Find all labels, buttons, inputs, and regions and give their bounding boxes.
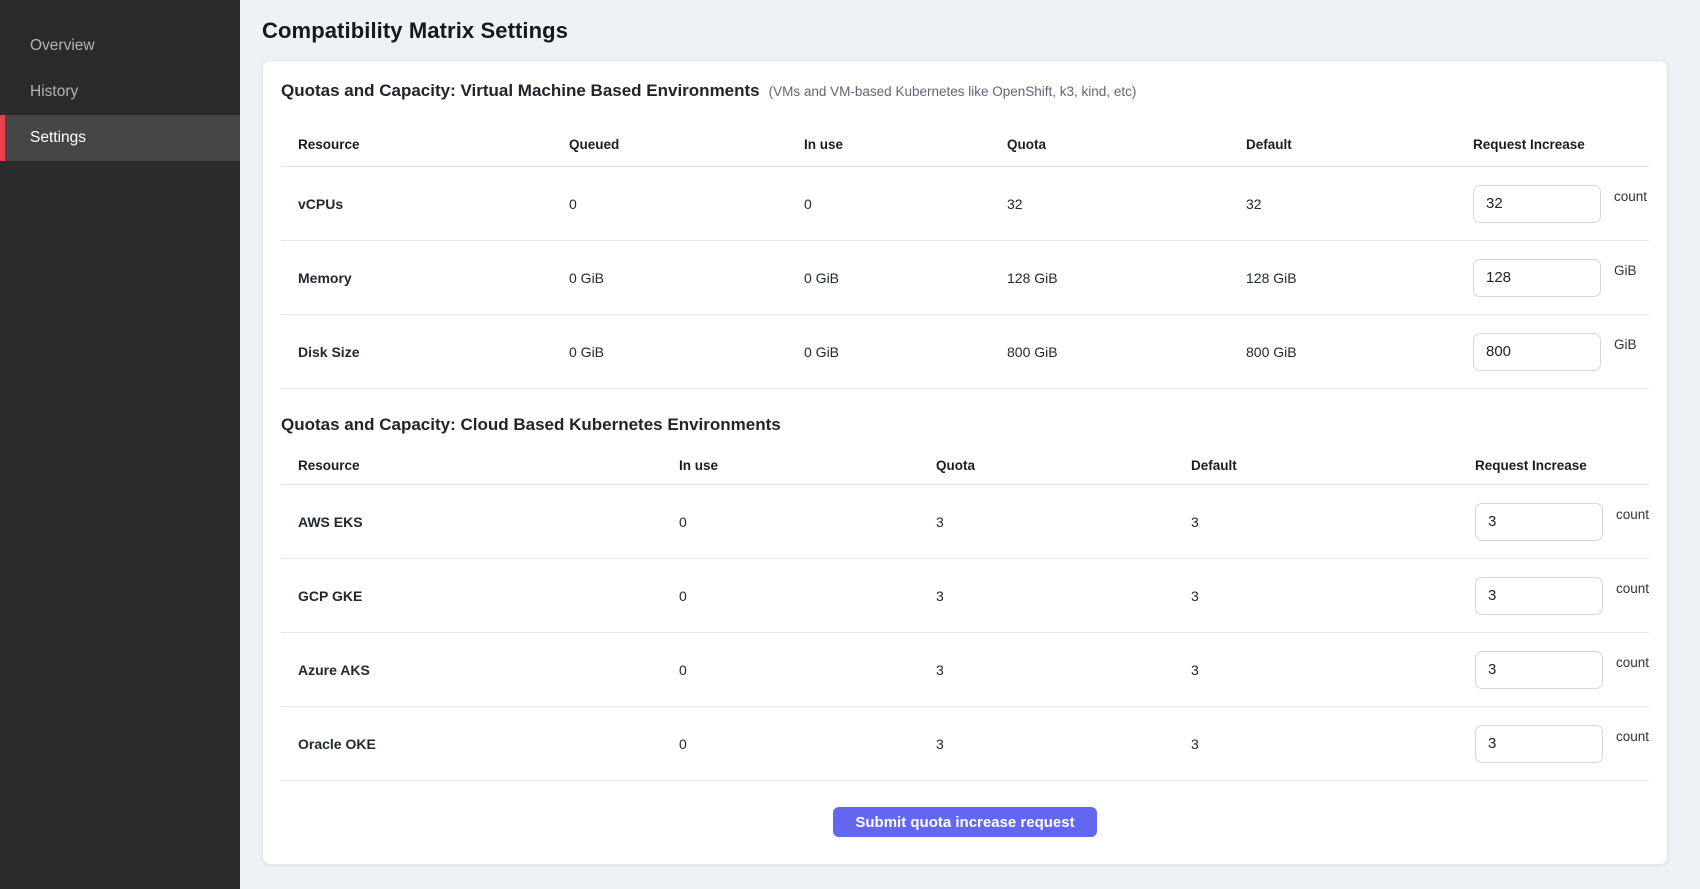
sidebar-nav: Overview History Settings (0, 0, 240, 161)
aws-eks-request-input[interactable] (1475, 503, 1603, 541)
sidebar-item-settings[interactable]: Settings (0, 115, 240, 161)
azure-aks-request-input[interactable] (1475, 651, 1603, 689)
queued-cell: 0 (569, 196, 804, 212)
column-header-quota: Quota (936, 458, 1191, 473)
column-header-request-increase: Request Increase (1475, 458, 1649, 473)
page-title: Compatibility Matrix Settings (262, 18, 1668, 44)
request-increase-cell: count (1475, 577, 1649, 615)
vm-table-header-row: Resource Queued In use Quota Default Req… (281, 123, 1649, 167)
default-cell: 3 (1191, 514, 1475, 530)
table-row: Oracle OKE 0 3 3 count (281, 707, 1649, 781)
sidebar-item-label: Overview (30, 37, 95, 55)
vcpus-request-input[interactable] (1473, 185, 1601, 223)
resource-cell: GCP GKE (298, 588, 679, 604)
table-row: Disk Size 0 GiB 0 GiB 800 GiB 800 GiB Gi… (281, 315, 1649, 389)
default-cell: 800 GiB (1246, 344, 1473, 360)
vm-section-header: Quotas and Capacity: Virtual Machine Bas… (281, 81, 1649, 101)
request-increase-cell: count (1475, 503, 1649, 541)
sidebar-item-label: History (30, 83, 78, 101)
gcp-gke-request-input[interactable] (1475, 577, 1603, 615)
unit-label: count (1616, 581, 1649, 596)
disk-size-request-input[interactable] (1473, 333, 1601, 371)
column-header-resource: Resource (298, 458, 679, 473)
column-header-default: Default (1246, 137, 1473, 152)
column-header-queued: Queued (569, 137, 804, 152)
in-use-cell: 0 (679, 736, 936, 752)
default-cell: 128 GiB (1246, 270, 1473, 286)
default-cell: 3 (1191, 736, 1475, 752)
sidebar-item-overview[interactable]: Overview (0, 23, 240, 69)
resource-cell: vCPUs (298, 196, 569, 212)
main-content: Compatibility Matrix Settings Quotas and… (240, 0, 1700, 889)
unit-label: count (1614, 189, 1647, 204)
resource-cell: Oracle OKE (298, 736, 679, 752)
quota-cell: 3 (936, 662, 1191, 678)
in-use-cell: 0 (679, 514, 936, 530)
settings-card: Quotas and Capacity: Virtual Machine Bas… (262, 60, 1668, 865)
quota-cell: 128 GiB (1007, 270, 1246, 286)
table-row: GCP GKE 0 3 3 count (281, 559, 1649, 633)
quota-cell: 3 (936, 514, 1191, 530)
resource-cell: Disk Size (298, 344, 569, 360)
queued-cell: 0 GiB (569, 344, 804, 360)
column-header-in-use: In use (804, 137, 1007, 152)
vm-section-subtitle: (VMs and VM-based Kubernetes like OpenSh… (769, 84, 1137, 99)
column-header-resource: Resource (298, 137, 569, 152)
memory-request-input[interactable] (1473, 259, 1601, 297)
k8s-quota-table: Resource In use Quota Default Request In… (281, 447, 1649, 781)
in-use-cell: 0 (679, 588, 936, 604)
quota-cell: 32 (1007, 196, 1246, 212)
sidebar-item-label: Settings (30, 129, 86, 147)
table-row: vCPUs 0 0 32 32 count (281, 167, 1649, 241)
default-cell: 32 (1246, 196, 1473, 212)
request-increase-cell: count (1473, 185, 1649, 223)
queued-cell: 0 GiB (569, 270, 804, 286)
column-header-request-increase: Request Increase (1473, 137, 1649, 152)
default-cell: 3 (1191, 662, 1475, 678)
in-use-cell: 0 (804, 196, 1007, 212)
oracle-oke-request-input[interactable] (1475, 725, 1603, 763)
table-row: Azure AKS 0 3 3 count (281, 633, 1649, 707)
k8s-section-title: Quotas and Capacity: Cloud Based Kuberne… (281, 415, 1649, 435)
default-cell: 3 (1191, 588, 1475, 604)
resource-cell: AWS EKS (298, 514, 679, 530)
column-header-quota: Quota (1007, 137, 1246, 152)
in-use-cell: 0 (679, 662, 936, 678)
request-increase-cell: count (1475, 725, 1649, 763)
column-header-in-use: In use (679, 458, 936, 473)
resource-cell: Azure AKS (298, 662, 679, 678)
quota-cell: 3 (936, 736, 1191, 752)
sidebar-item-history[interactable]: History (0, 69, 240, 115)
submit-row: Submit quota increase request (281, 807, 1649, 837)
table-row: AWS EKS 0 3 3 count (281, 485, 1649, 559)
resource-cell: Memory (298, 270, 569, 286)
request-increase-cell: GiB (1473, 333, 1649, 371)
vm-section-title: Quotas and Capacity: Virtual Machine Bas… (281, 81, 760, 101)
k8s-table-header-row: Resource In use Quota Default Request In… (281, 447, 1649, 485)
unit-label: GiB (1614, 263, 1637, 278)
in-use-cell: 0 GiB (804, 344, 1007, 360)
request-increase-cell: count (1475, 651, 1649, 689)
vm-quota-table: Resource Queued In use Quota Default Req… (281, 123, 1649, 389)
column-header-default: Default (1191, 458, 1475, 473)
quota-cell: 800 GiB (1007, 344, 1246, 360)
unit-label: GiB (1614, 337, 1637, 352)
request-increase-cell: GiB (1473, 259, 1649, 297)
quota-cell: 3 (936, 588, 1191, 604)
unit-label: count (1616, 655, 1649, 670)
submit-quota-button[interactable]: Submit quota increase request (833, 807, 1096, 837)
in-use-cell: 0 GiB (804, 270, 1007, 286)
table-row: Memory 0 GiB 0 GiB 128 GiB 128 GiB GiB (281, 241, 1649, 315)
sidebar: Overview History Settings (0, 0, 240, 889)
unit-label: count (1616, 507, 1649, 522)
unit-label: count (1616, 729, 1649, 744)
